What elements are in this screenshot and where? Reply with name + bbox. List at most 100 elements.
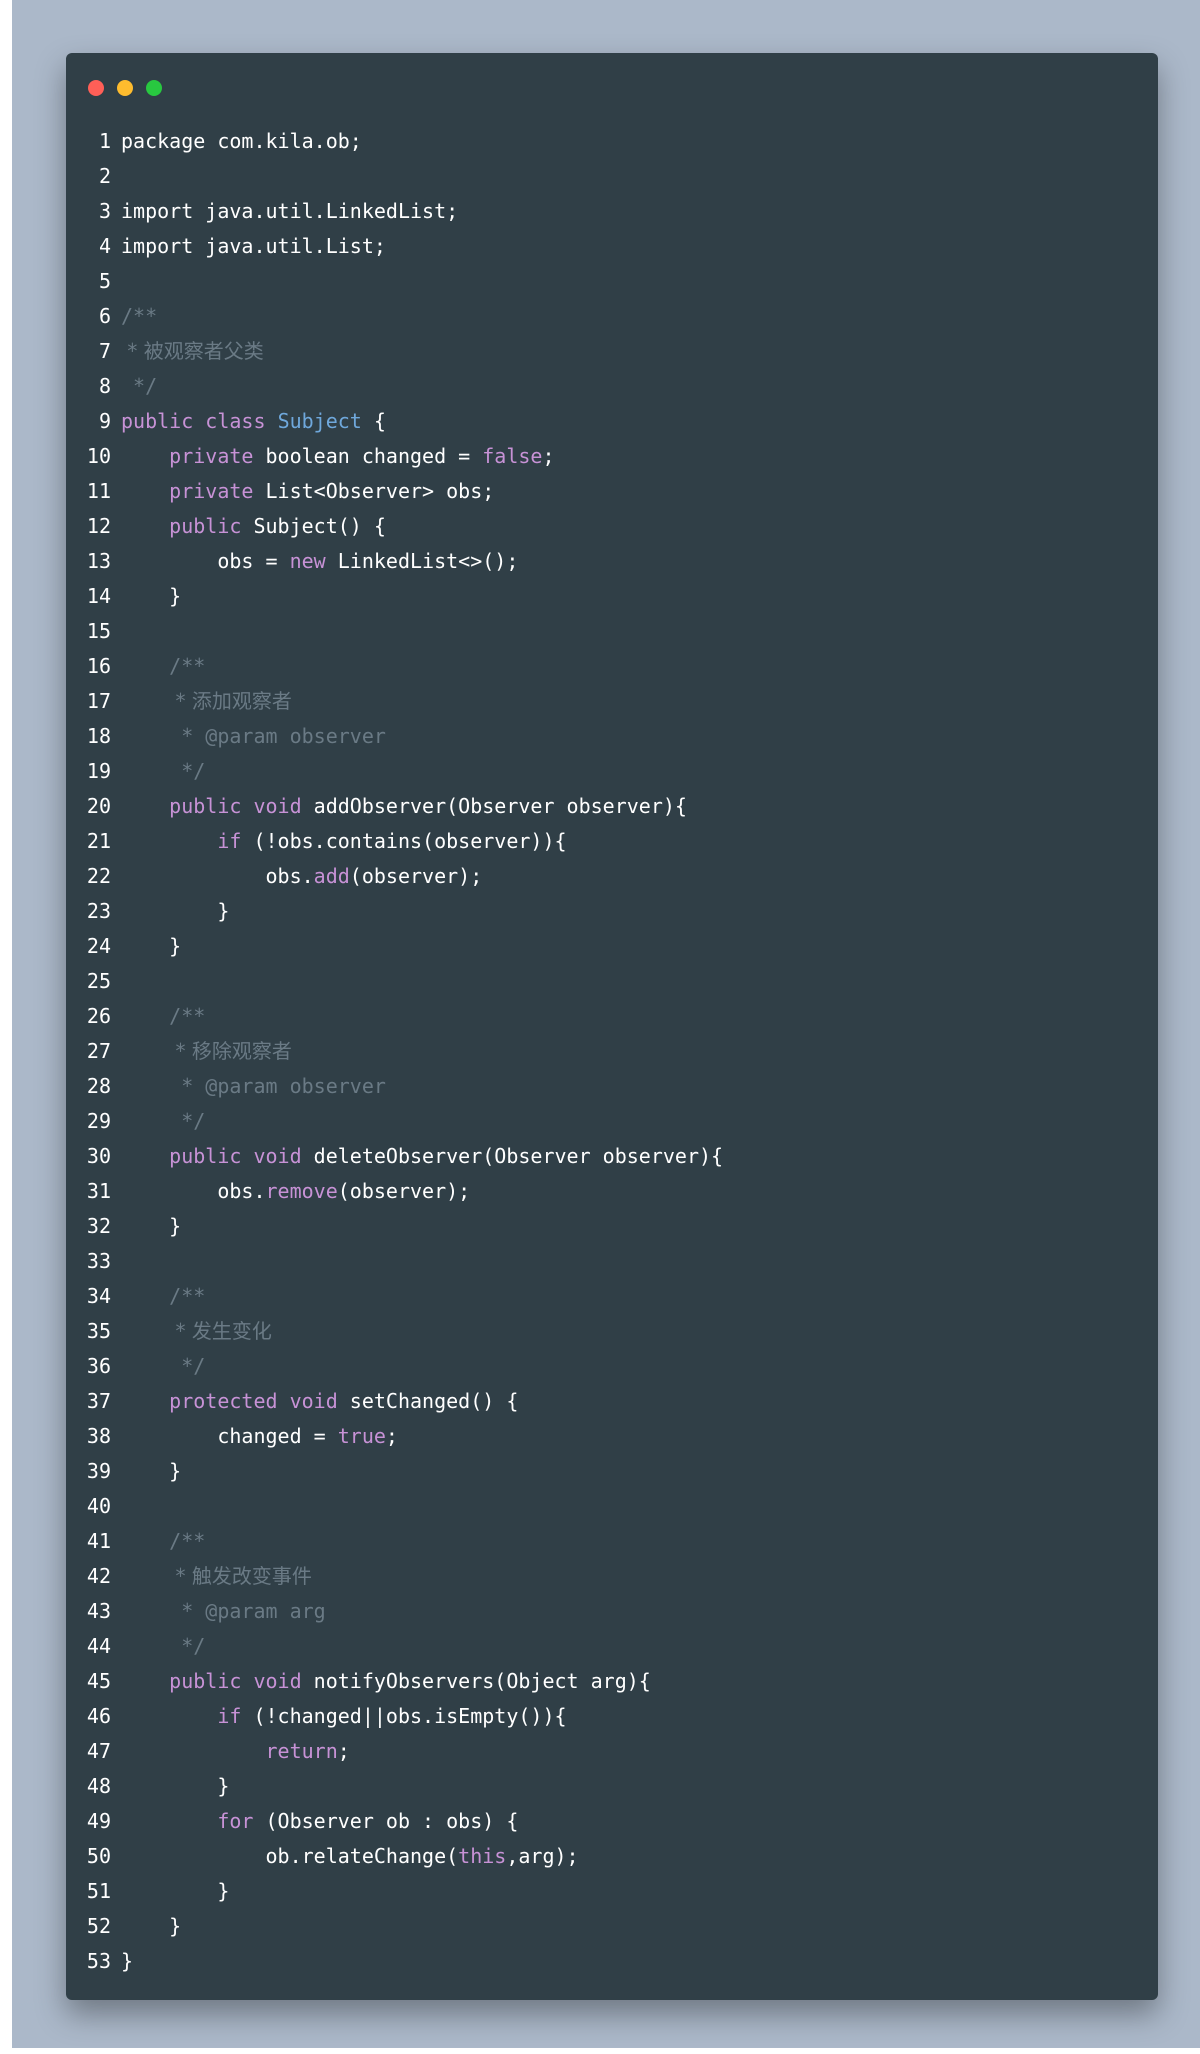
line-number: 27 xyxy=(86,1039,111,1063)
keyword-token: if xyxy=(217,1704,242,1728)
keyword-token: void xyxy=(253,794,302,818)
line-number: 15 xyxy=(86,619,111,643)
code-token: (Observer ob : obs) { xyxy=(253,1809,519,1833)
line-number: 34 xyxy=(86,1284,111,1308)
comment-token: /** xyxy=(169,1529,206,1553)
line-number: 7 xyxy=(98,339,111,363)
code-token: ,arg); xyxy=(506,1844,579,1868)
line-number: 1 xyxy=(98,129,111,153)
line-number: 37 xyxy=(86,1389,111,1413)
code-line: 50 ob.relateChange(this,arg); xyxy=(66,1839,1158,1874)
line-source: } xyxy=(121,1874,1158,1909)
code-token: package com.kila.ob; xyxy=(121,129,362,153)
code-line: 7 * 被观察者父类 xyxy=(66,334,1158,369)
line-number: 14 xyxy=(86,584,111,608)
code-line: 53} xyxy=(66,1944,1158,1979)
code-line: 31 obs.remove(observer); xyxy=(66,1174,1158,1209)
code-line: 26 /** xyxy=(66,999,1158,1034)
keyword-token: private xyxy=(169,479,254,503)
code-line: 22 obs.add(observer); xyxy=(66,859,1158,894)
line-source: } xyxy=(121,1769,1158,1804)
line-source: * 添加观察者 xyxy=(121,684,1158,719)
code-line: 3 import java.util.LinkedList; xyxy=(66,194,1158,229)
line-source: private List<Observer> obs; xyxy=(121,474,1158,509)
comment-token: * 触发改变事件 xyxy=(169,1564,312,1588)
code-line: 18 * @param observer xyxy=(66,719,1158,754)
line-source: /** xyxy=(121,1279,1158,1314)
code-token: { xyxy=(361,409,386,433)
keyword-token: void xyxy=(253,1669,302,1693)
line-number: 40 xyxy=(86,1494,111,1518)
code-token: } xyxy=(121,1949,134,1973)
line-source: for (Observer ob : obs) { xyxy=(121,1804,1158,1839)
line-number: 20 xyxy=(86,794,111,818)
line-source: * @param observer xyxy=(121,719,1158,754)
code-line: 2 xyxy=(66,159,1158,194)
line-number: 53 xyxy=(86,1949,111,1973)
line-source: /** xyxy=(121,649,1158,684)
line-source xyxy=(121,614,1158,649)
code-line: 44 */ xyxy=(66,1629,1158,1664)
line-source: * @param arg xyxy=(121,1594,1158,1629)
line-source: } xyxy=(121,1909,1158,1944)
line-source: package com.kila.ob; xyxy=(121,124,1158,159)
line-source xyxy=(121,264,1158,299)
line-number: 6 xyxy=(98,304,111,328)
code-line: 24 } xyxy=(66,929,1158,964)
code-line: 17 * 添加观察者 xyxy=(66,684,1158,719)
code-token: List<Observer> obs; xyxy=(253,479,495,503)
code-line: 10 private boolean changed = false; xyxy=(66,439,1158,474)
keyword-token: public xyxy=(121,409,194,433)
line-number: 43 xyxy=(86,1599,111,1623)
line-source: import java.util.List; xyxy=(121,229,1158,264)
line-number: 8 xyxy=(98,374,111,398)
code-line: 32 } xyxy=(66,1209,1158,1244)
minimize-dot-icon[interactable] xyxy=(117,80,133,96)
line-number: 5 xyxy=(98,269,111,293)
maximize-dot-icon[interactable] xyxy=(146,80,162,96)
code-line: 13 obs = new LinkedList<>(); xyxy=(66,544,1158,579)
line-number: 33 xyxy=(86,1249,111,1273)
code-line: 45 public void notifyObservers(Object ar… xyxy=(66,1664,1158,1699)
close-dot-icon[interactable] xyxy=(88,80,104,96)
line-number: 19 xyxy=(86,759,111,783)
comment-token: */ xyxy=(121,374,158,398)
keyword-token: class xyxy=(205,409,266,433)
code-token: addObserver(Observer observer){ xyxy=(301,794,687,818)
line-source: obs.add(observer); xyxy=(121,859,1158,894)
code-token: } xyxy=(121,1914,182,1938)
code-line: 37 protected void setChanged() { xyxy=(66,1384,1158,1419)
code-line: 41 /** xyxy=(66,1524,1158,1559)
code-line: 39 } xyxy=(66,1454,1158,1489)
comment-token: * 移除观察者 xyxy=(169,1039,292,1063)
code-token: } xyxy=(121,1879,230,1903)
line-source xyxy=(121,1244,1158,1279)
line-source: import java.util.LinkedList; xyxy=(121,194,1158,229)
line-number: 23 xyxy=(86,899,111,923)
class-name-token: Subject xyxy=(277,409,362,433)
code-line: 52 } xyxy=(66,1909,1158,1944)
keyword-token: false xyxy=(482,444,543,468)
line-number: 38 xyxy=(86,1424,111,1448)
code-line: 25 xyxy=(66,964,1158,999)
keyword-token: protected xyxy=(169,1389,278,1413)
line-source: obs.remove(observer); xyxy=(121,1174,1158,1209)
keyword-token: void xyxy=(253,1144,302,1168)
line-source: */ xyxy=(121,369,1158,404)
code-token: obs = xyxy=(121,549,290,573)
code-token: (!changed||obs.isEmpty()){ xyxy=(241,1704,567,1728)
line-source: * 触发改变事件 xyxy=(121,1559,1158,1594)
line-number: 4 xyxy=(98,234,111,258)
line-source: public Subject() { xyxy=(121,509,1158,544)
code-token: ; xyxy=(542,444,555,468)
